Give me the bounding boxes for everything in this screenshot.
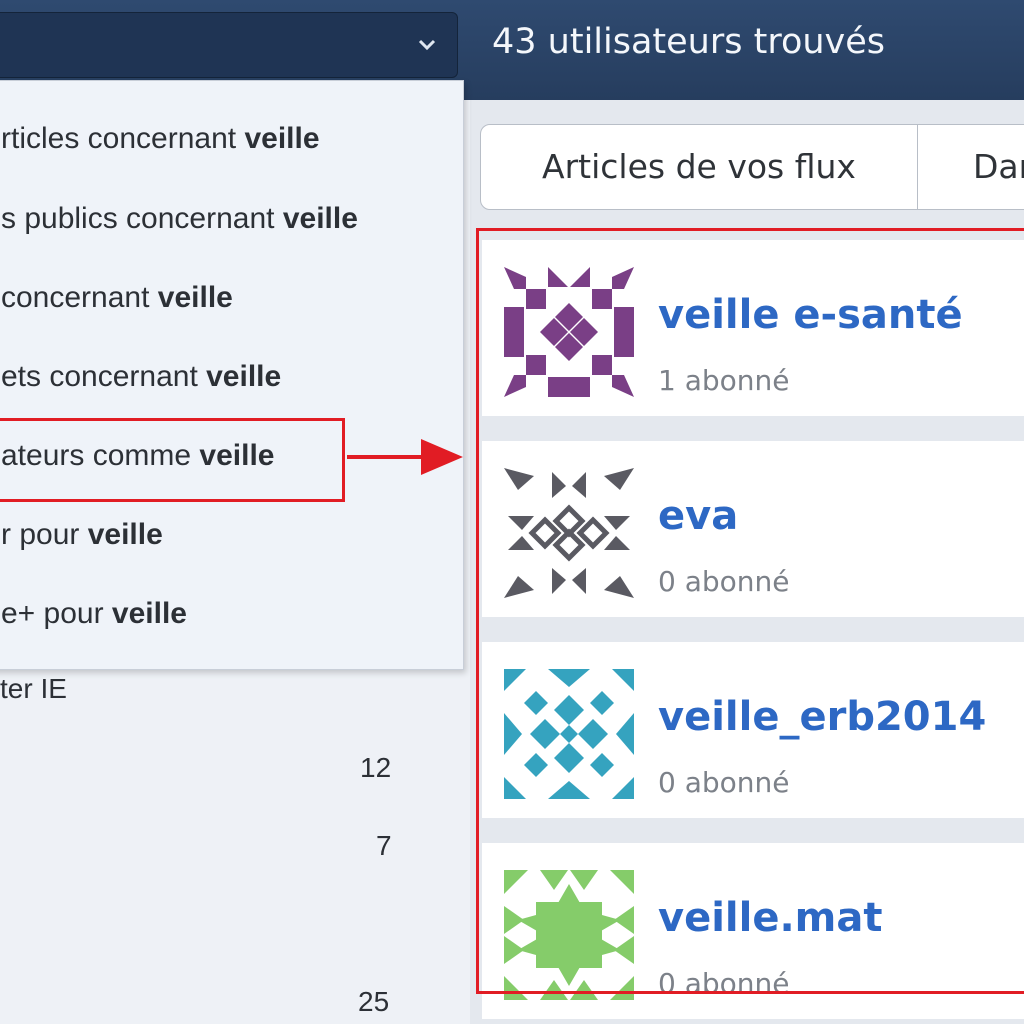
- user-avatar[interactable]: [504, 669, 634, 799]
- search-type-select[interactable]: [0, 12, 458, 78]
- menu-item-label: ets concernant: [1, 360, 207, 393]
- menu-item-label: s publics concernant: [1, 202, 283, 235]
- sidebar-count: 12: [360, 752, 392, 783]
- user-card[interactable]: veille_erb2014 0 abonné: [482, 642, 1024, 818]
- menu-item-public[interactable]: s publics concernant veille: [0, 184, 461, 254]
- sidebar-count: 25: [358, 986, 390, 1017]
- highlight-box-menu-item: [0, 418, 345, 502]
- user-avatar[interactable]: [504, 870, 634, 1000]
- menu-item-keyword: veille: [87, 518, 163, 551]
- menu-item-googleplus[interactable]: e+ pour veille: [0, 579, 461, 649]
- menu-item-label: concernant: [1, 281, 158, 314]
- sidebar-count: 7: [376, 830, 392, 861]
- menu-item-keyword: veille: [206, 360, 282, 393]
- user-card[interactable]: veille.mat 0 abonné: [482, 843, 1024, 1019]
- user-results-list: veille e-santé 1 abonné eva 0 abonné vei…: [482, 222, 1024, 1022]
- menu-item-keyword: veille: [282, 202, 358, 235]
- user-avatar[interactable]: [504, 267, 634, 397]
- subscriber-count: 1 abonné: [658, 364, 790, 397]
- username-link[interactable]: veille_erb2014: [658, 694, 986, 740]
- user-card[interactable]: veille e-santé 1 abonné: [482, 240, 1024, 416]
- menu-item-subjects[interactable]: ets concernant veille: [0, 342, 461, 412]
- sidebar-link-fragment[interactable]: ter IE: [0, 673, 67, 705]
- menu-item-twitter[interactable]: r pour veille: [0, 500, 461, 570]
- menu-item-label: r pour: [1, 518, 88, 551]
- menu-item-label: rticles concernant: [1, 122, 245, 155]
- menu-item-articles[interactable]: rticles concernant veille: [0, 104, 461, 174]
- menu-item-keyword: veille: [157, 281, 233, 314]
- tab-second[interactable]: Dar: [973, 125, 1024, 209]
- subscriber-count: 0 abonné: [658, 967, 790, 1000]
- user-avatar[interactable]: [504, 468, 634, 598]
- menu-item-keyword: veille: [244, 122, 320, 155]
- menu-item-label: e+ pour: [1, 597, 112, 630]
- red-arrow-icon: [347, 439, 463, 475]
- subscriber-count: 0 abonné: [658, 565, 790, 598]
- username-link[interactable]: veille e-santé: [658, 292, 963, 338]
- menu-item-keyword: veille: [111, 597, 187, 630]
- user-card[interactable]: eva 0 abonné: [482, 441, 1024, 617]
- subscriber-count: 0 abonné: [658, 766, 790, 799]
- chevron-down-icon[interactable]: [415, 33, 439, 57]
- menu-item-concerning[interactable]: concernant veille: [0, 263, 461, 333]
- results-count: 43 utilisateurs trouvés: [492, 22, 886, 62]
- search-type-dropdown: rticles concernant veille s publics conc…: [0, 80, 464, 670]
- username-link[interactable]: eva: [658, 493, 738, 539]
- result-tabs: Articles de vos flux Dar: [480, 124, 1024, 210]
- username-link[interactable]: veille.mat: [658, 895, 882, 941]
- tab-feed-articles[interactable]: Articles de vos flux: [481, 125, 918, 209]
